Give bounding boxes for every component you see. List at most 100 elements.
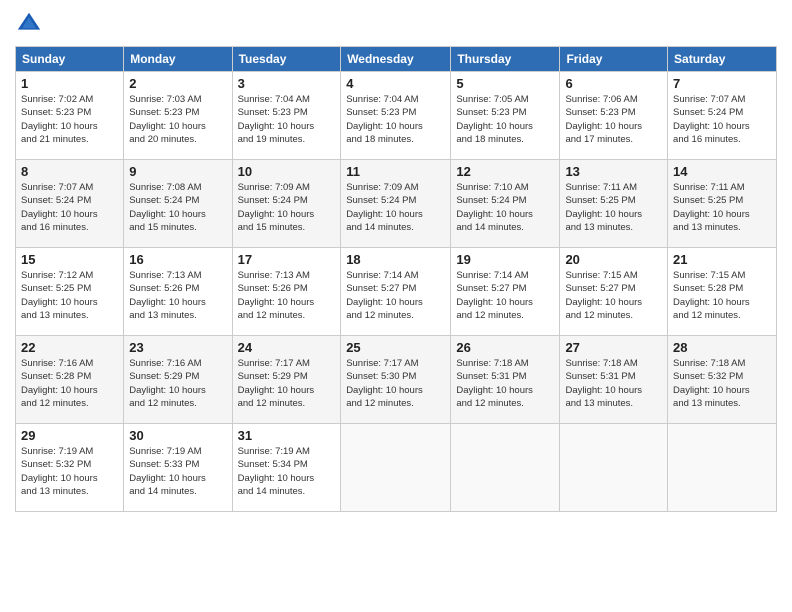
day-info: Sunrise: 7:08 AM Sunset: 5:24 PM Dayligh… — [129, 181, 226, 234]
day-info: Sunrise: 7:16 AM Sunset: 5:28 PM Dayligh… — [21, 357, 118, 410]
calendar-day-cell: 13 Sunrise: 7:11 AM Sunset: 5:25 PM Dayli… — [560, 160, 668, 248]
calendar-day-cell: 11Sunrise: 7:09 AM Sunset: 5:24 PM Dayli… — [341, 160, 451, 248]
day-info: Sunrise: 7:06 AM Sunset: 5:23 PM Dayligh… — [565, 93, 662, 146]
day-info: Sunrise: 7:17 AM Sunset: 5:30 PM Dayligh… — [346, 357, 445, 410]
calendar-week-row: 8Sunrise: 7:07 AM Sunset: 5:24 PM Daylig… — [16, 160, 777, 248]
day-number: 3 — [238, 76, 336, 91]
day-info: Sunrise: 7:17 AM Sunset: 5:29 PM Dayligh… — [238, 357, 336, 410]
calendar-day-cell: 4Sunrise: 7:04 AM Sunset: 5:23 PM Daylig… — [341, 72, 451, 160]
day-info: Sunrise: 7:14 AM Sunset: 5:27 PM Dayligh… — [456, 269, 554, 322]
calendar-day-cell: 7 Sunrise: 7:07 AM Sunset: 5:24 PM Daylig… — [668, 72, 777, 160]
calendar-day-cell: 29 Sunrise: 7:19 AM Sunset: 5:32 PM Dayli… — [16, 424, 124, 512]
day-number: 30 — [129, 428, 226, 443]
calendar-day-cell: 18 Sunrise: 7:14 AM Sunset: 5:27 PM Dayli… — [341, 248, 451, 336]
day-number: 4 — [346, 76, 445, 91]
weekday-header: Saturday — [668, 47, 777, 72]
day-number: 31 — [238, 428, 336, 443]
day-info: Sunrise: 7:09 AM Sunset: 5:24 PM Dayligh… — [346, 181, 445, 234]
day-info: Sunrise: 7:18 AM Sunset: 5:31 PM Dayligh… — [456, 357, 554, 410]
day-info: Sunrise: 7:18 AM Sunset: 5:31 PM Dayligh… — [565, 357, 662, 410]
day-number: 23 — [129, 340, 226, 355]
day-number: 5 — [456, 76, 554, 91]
calendar-day-cell: 17 Sunrise: 7:13 AM Sunset: 5:26 PM Dayli… — [232, 248, 341, 336]
day-info: Sunrise: 7:13 AM Sunset: 5:26 PM Dayligh… — [129, 269, 226, 322]
calendar-day-cell: 9 Sunrise: 7:08 AM Sunset: 5:24 PM Daylig… — [124, 160, 232, 248]
calendar-day-cell: 26 Sunrise: 7:18 AM Sunset: 5:31 PM Dayli… — [451, 336, 560, 424]
calendar-day-cell: 5 Sunrise: 7:05 AM Sunset: 5:23 PM Daylig… — [451, 72, 560, 160]
calendar-day-cell: 19 Sunrise: 7:14 AM Sunset: 5:27 PM Dayli… — [451, 248, 560, 336]
day-info: Sunrise: 7:19 AM Sunset: 5:33 PM Dayligh… — [129, 445, 226, 498]
calendar-day-cell: 2Sunrise: 7:03 AM Sunset: 5:23 PM Daylig… — [124, 72, 232, 160]
calendar-day-cell: 28Sunrise: 7:18 AM Sunset: 5:32 PM Dayli… — [668, 336, 777, 424]
weekday-header: Tuesday — [232, 47, 341, 72]
day-info: Sunrise: 7:09 AM Sunset: 5:24 PM Dayligh… — [238, 181, 336, 234]
calendar-day-cell — [668, 424, 777, 512]
calendar-week-row: 22 Sunrise: 7:16 AM Sunset: 5:28 PM Dayli… — [16, 336, 777, 424]
day-number: 26 — [456, 340, 554, 355]
day-number: 19 — [456, 252, 554, 267]
calendar-day-cell — [341, 424, 451, 512]
calendar-day-cell: 12Sunrise: 7:10 AM Sunset: 5:24 PM Dayli… — [451, 160, 560, 248]
day-number: 29 — [21, 428, 118, 443]
calendar-day-cell: 3 Sunrise: 7:04 AM Sunset: 5:23 PM Daylig… — [232, 72, 341, 160]
calendar-day-cell: 15Sunrise: 7:12 AM Sunset: 5:25 PM Dayli… — [16, 248, 124, 336]
day-number: 15 — [21, 252, 118, 267]
calendar-day-cell: 20 Sunrise: 7:15 AM Sunset: 5:27 PM Dayli… — [560, 248, 668, 336]
weekday-header: Monday — [124, 47, 232, 72]
day-number: 10 — [238, 164, 336, 179]
logo-icon — [15, 10, 43, 38]
calendar-day-cell — [560, 424, 668, 512]
weekday-header: Friday — [560, 47, 668, 72]
day-number: 13 — [565, 164, 662, 179]
weekday-header: Thursday — [451, 47, 560, 72]
day-number: 17 — [238, 252, 336, 267]
calendar-week-row: 15Sunrise: 7:12 AM Sunset: 5:25 PM Dayli… — [16, 248, 777, 336]
calendar-day-cell: 16Sunrise: 7:13 AM Sunset: 5:26 PM Dayli… — [124, 248, 232, 336]
day-number: 27 — [565, 340, 662, 355]
day-number: 8 — [21, 164, 118, 179]
day-number: 24 — [238, 340, 336, 355]
day-info: Sunrise: 7:05 AM Sunset: 5:23 PM Dayligh… — [456, 93, 554, 146]
day-info: Sunrise: 7:11 AM Sunset: 5:25 PM Dayligh… — [565, 181, 662, 234]
day-number: 12 — [456, 164, 554, 179]
day-info: Sunrise: 7:11 AM Sunset: 5:25 PM Dayligh… — [673, 181, 771, 234]
logo — [15, 10, 45, 38]
day-info: Sunrise: 7:07 AM Sunset: 5:24 PM Dayligh… — [673, 93, 771, 146]
calendar-day-cell: 30 Sunrise: 7:19 AM Sunset: 5:33 PM Dayli… — [124, 424, 232, 512]
day-number: 22 — [21, 340, 118, 355]
calendar-header-row: SundayMondayTuesdayWednesdayThursdayFrid… — [16, 47, 777, 72]
day-number: 20 — [565, 252, 662, 267]
day-info: Sunrise: 7:15 AM Sunset: 5:28 PM Dayligh… — [673, 269, 771, 322]
day-number: 9 — [129, 164, 226, 179]
calendar-day-cell: 23 Sunrise: 7:16 AM Sunset: 5:29 PM Dayli… — [124, 336, 232, 424]
calendar-day-cell: 21 Sunrise: 7:15 AM Sunset: 5:28 PM Dayli… — [668, 248, 777, 336]
calendar-day-cell: 31 Sunrise: 7:19 AM Sunset: 5:34 PM Dayli… — [232, 424, 341, 512]
calendar-day-cell: 25 Sunrise: 7:17 AM Sunset: 5:30 PM Dayli… — [341, 336, 451, 424]
calendar-week-row: 29 Sunrise: 7:19 AM Sunset: 5:32 PM Dayli… — [16, 424, 777, 512]
day-number: 18 — [346, 252, 445, 267]
calendar-day-cell: 6Sunrise: 7:06 AM Sunset: 5:23 PM Daylig… — [560, 72, 668, 160]
day-number: 7 — [673, 76, 771, 91]
day-info: Sunrise: 7:15 AM Sunset: 5:27 PM Dayligh… — [565, 269, 662, 322]
day-number: 14 — [673, 164, 771, 179]
calendar-day-cell — [451, 424, 560, 512]
day-info: Sunrise: 7:19 AM Sunset: 5:34 PM Dayligh… — [238, 445, 336, 498]
day-number: 21 — [673, 252, 771, 267]
calendar-day-cell: 14 Sunrise: 7:11 AM Sunset: 5:25 PM Dayli… — [668, 160, 777, 248]
calendar-day-cell: 27 Sunrise: 7:18 AM Sunset: 5:31 PM Dayli… — [560, 336, 668, 424]
day-number: 25 — [346, 340, 445, 355]
calendar-day-cell: 1Sunrise: 7:02 AM Sunset: 5:23 PM Daylig… — [16, 72, 124, 160]
page-header — [15, 10, 777, 38]
day-info: Sunrise: 7:14 AM Sunset: 5:27 PM Dayligh… — [346, 269, 445, 322]
day-info: Sunrise: 7:16 AM Sunset: 5:29 PM Dayligh… — [129, 357, 226, 410]
day-info: Sunrise: 7:02 AM Sunset: 5:23 PM Dayligh… — [21, 93, 118, 146]
calendar-table: SundayMondayTuesdayWednesdayThursdayFrid… — [15, 46, 777, 512]
day-info: Sunrise: 7:13 AM Sunset: 5:26 PM Dayligh… — [238, 269, 336, 322]
day-info: Sunrise: 7:04 AM Sunset: 5:23 PM Dayligh… — [238, 93, 336, 146]
calendar-day-cell: 10 Sunrise: 7:09 AM Sunset: 5:24 PM Dayli… — [232, 160, 341, 248]
weekday-header: Wednesday — [341, 47, 451, 72]
day-info: Sunrise: 7:19 AM Sunset: 5:32 PM Dayligh… — [21, 445, 118, 498]
calendar-day-cell: 22 Sunrise: 7:16 AM Sunset: 5:28 PM Dayli… — [16, 336, 124, 424]
day-number: 2 — [129, 76, 226, 91]
calendar-day-cell: 24 Sunrise: 7:17 AM Sunset: 5:29 PM Dayli… — [232, 336, 341, 424]
